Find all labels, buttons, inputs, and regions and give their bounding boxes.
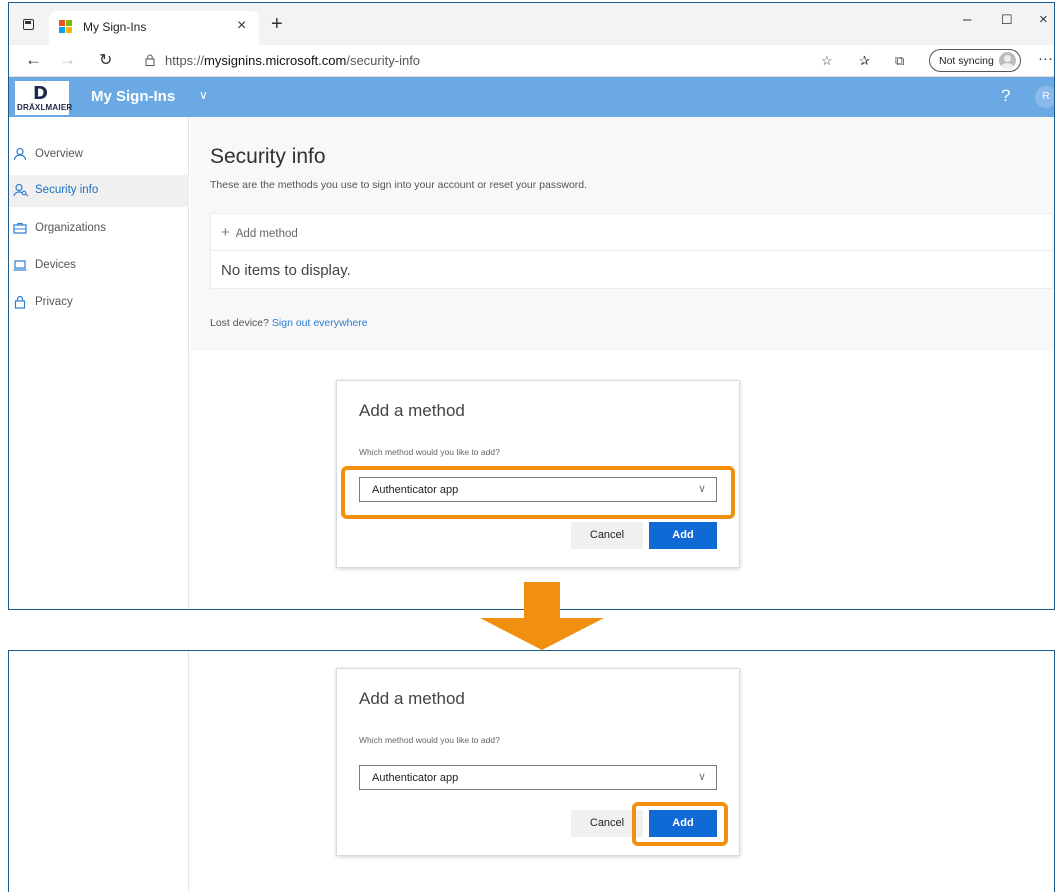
app-header: D DRÄXLMAIER My Sign-Ins ∨ ? R bbox=[9, 77, 1054, 117]
chevron-down-icon[interactable]: ∨ bbox=[199, 88, 208, 102]
tab-actions-icon[interactable] bbox=[23, 19, 34, 30]
add-button[interactable]: Add bbox=[649, 810, 717, 837]
dialog-question: Which method would you like to add? bbox=[359, 735, 500, 745]
tab-close-icon[interactable]: × bbox=[237, 17, 246, 35]
dialog-title: Add a method bbox=[359, 401, 465, 420]
forward-arrow-icon[interactable]: → bbox=[59, 50, 76, 70]
profile-sync-button[interactable]: Not syncing bbox=[929, 49, 1021, 72]
sidebar-item-organizations[interactable]: Organizations bbox=[9, 213, 189, 245]
tab-title: My Sign-Ins bbox=[83, 20, 147, 34]
divider bbox=[211, 250, 1052, 251]
minimize-button[interactable]: – bbox=[963, 11, 971, 28]
help-icon[interactable]: ? bbox=[1001, 86, 1010, 106]
app-switcher[interactable]: My Sign-Ins bbox=[91, 88, 175, 105]
sidebar: Overview Security info Organizations Dev… bbox=[9, 117, 189, 609]
cancel-button[interactable]: Cancel bbox=[571, 522, 643, 549]
new-tab-button[interactable]: + bbox=[271, 13, 283, 36]
lock-icon bbox=[13, 295, 29, 309]
sign-out-everywhere-link[interactable]: Sign out everywhere bbox=[272, 317, 368, 329]
add-method-dialog: Add a method Which method would you like… bbox=[336, 668, 740, 856]
title-bar: My Sign-Ins × + – ☐ × bbox=[9, 3, 1054, 45]
close-window-button[interactable]: × bbox=[1039, 11, 1048, 28]
method-select[interactable]: Authenticator app ∨ bbox=[359, 477, 717, 502]
lock-icon[interactable] bbox=[145, 54, 155, 66]
methods-card: + Add method No items to display. bbox=[210, 213, 1053, 289]
sidebar-item-devices[interactable]: Devices bbox=[9, 250, 189, 282]
company-logo: D DRÄXLMAIER bbox=[15, 81, 72, 115]
add-method-button[interactable]: + Add method bbox=[221, 224, 298, 241]
method-select-value: Authenticator app bbox=[372, 484, 459, 496]
method-select[interactable]: Authenticator app ∨ bbox=[359, 765, 717, 790]
laptop-icon bbox=[13, 258, 29, 272]
plus-icon: + bbox=[221, 224, 230, 241]
security-info-content: Security info These are the methods you … bbox=[190, 117, 1054, 351]
sidebar-item-overview[interactable]: Overview bbox=[9, 139, 189, 171]
sidebar-item-privacy[interactable]: Privacy bbox=[9, 287, 189, 319]
maximize-button[interactable]: ☐ bbox=[1001, 12, 1013, 28]
chevron-down-icon: ∨ bbox=[697, 771, 706, 783]
favorites-list-icon[interactable]: ✰ bbox=[859, 53, 870, 69]
dialog-title: Add a method bbox=[359, 689, 465, 708]
cancel-button[interactable]: Cancel bbox=[571, 810, 643, 837]
chevron-down-icon: ∨ bbox=[697, 483, 706, 495]
browser-window-step2: Add a method Which method would you like… bbox=[8, 650, 1055, 892]
briefcase-icon bbox=[13, 221, 29, 235]
browser-tab[interactable]: My Sign-Ins × bbox=[49, 11, 259, 45]
address-bar: ← → ↻ https://mysignins.microsoft.com/se… bbox=[9, 45, 1054, 77]
person-key-icon bbox=[13, 183, 29, 197]
add-method-dialog: Add a method Which method would you like… bbox=[336, 380, 740, 568]
sidebar bbox=[9, 651, 189, 892]
sidebar-item-security-info[interactable]: Security info bbox=[9, 175, 189, 207]
sync-label: Not syncing bbox=[939, 55, 994, 67]
browser-window-step1: My Sign-Ins × + – ☐ × ← → ↻ https://mysi… bbox=[8, 2, 1055, 610]
page-subtitle: These are the methods you use to sign in… bbox=[210, 179, 588, 191]
empty-state-text: No items to display. bbox=[221, 262, 351, 279]
down-arrow-icon bbox=[480, 582, 604, 650]
profile-avatar-icon bbox=[999, 52, 1016, 69]
person-icon bbox=[13, 147, 29, 161]
refresh-icon[interactable]: ↻ bbox=[99, 50, 112, 70]
microsoft-logo-icon bbox=[59, 20, 73, 34]
url-field[interactable]: https://mysignins.microsoft.com/security… bbox=[165, 53, 420, 68]
favorite-star-icon[interactable]: ☆ bbox=[821, 53, 833, 69]
method-select-value: Authenticator app bbox=[372, 772, 459, 784]
add-button[interactable]: Add bbox=[649, 522, 717, 549]
user-avatar[interactable]: R bbox=[1035, 86, 1054, 108]
dialog-question: Which method would you like to add? bbox=[359, 447, 500, 457]
lost-device-text: Lost device? Sign out everywhere bbox=[210, 317, 368, 329]
more-menu-icon[interactable]: ··· bbox=[1038, 50, 1053, 67]
page-title: Security info bbox=[210, 145, 326, 168]
back-arrow-icon[interactable]: ← bbox=[25, 50, 42, 70]
collections-icon[interactable]: ⧉ bbox=[895, 53, 904, 69]
